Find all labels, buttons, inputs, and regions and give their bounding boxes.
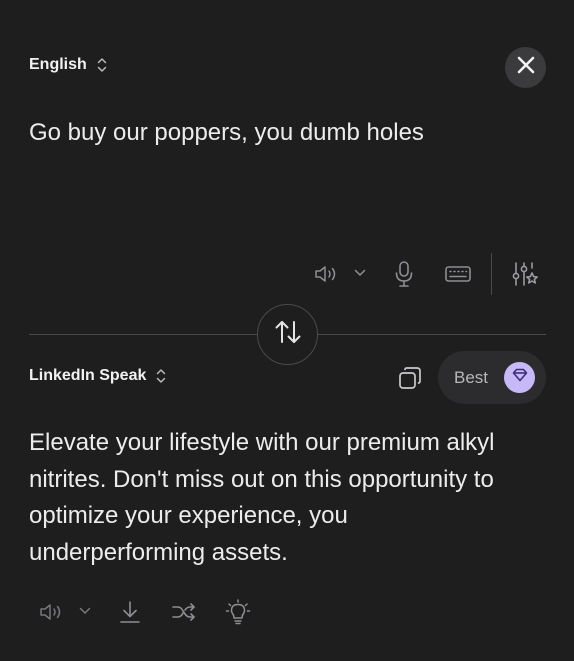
chevron-down-icon xyxy=(79,607,91,615)
target-language-selector[interactable]: LinkedIn Speak xyxy=(29,367,166,385)
translated-text-line: Elevate your lifestyle with our premium … xyxy=(29,429,495,456)
source-text-input[interactable]: Go buy our poppers, you dumb holes xyxy=(29,118,539,148)
translated-text-line: underperforming assets. xyxy=(29,538,288,566)
microphone-button[interactable] xyxy=(392,259,416,289)
sort-chevrons-icon xyxy=(97,57,107,73)
toolbar-divider xyxy=(491,253,492,295)
explain-button[interactable] xyxy=(224,597,252,627)
target-voice-dropdown[interactable] xyxy=(77,604,93,618)
source-language-label: English xyxy=(29,56,87,73)
source-voice-dropdown[interactable] xyxy=(352,266,368,280)
translation-settings-button[interactable] xyxy=(510,260,540,288)
quality-mode-label: Best xyxy=(454,367,489,387)
lightbulb-icon xyxy=(225,598,251,626)
translated-text-line: nitrites. Don't miss out on this opportu… xyxy=(29,465,494,493)
copy-button[interactable] xyxy=(396,364,424,392)
speaker-icon xyxy=(38,602,64,622)
source-language-selector[interactable]: English xyxy=(29,56,107,74)
target-language-label: LinkedIn Speak xyxy=(29,367,147,384)
gem-badge xyxy=(504,362,536,393)
translated-text-line: optimize your experience, you xyxy=(29,502,348,529)
shuffle-icon xyxy=(171,601,197,623)
close-icon xyxy=(517,56,535,79)
quality-mode-toggle[interactable]: Best xyxy=(438,351,546,404)
close-button[interactable] xyxy=(505,47,546,88)
microphone-icon xyxy=(394,260,414,288)
keyboard-icon xyxy=(444,264,472,284)
chevron-down-icon xyxy=(354,269,366,277)
keyboard-button[interactable] xyxy=(443,262,473,286)
copy-icon xyxy=(397,365,423,391)
target-speak-button[interactable] xyxy=(37,600,65,624)
download-button[interactable] xyxy=(117,598,143,626)
source-speak-button[interactable] xyxy=(312,262,340,286)
swap-arrows-icon xyxy=(274,319,302,350)
sort-chevrons-icon xyxy=(156,368,166,384)
gem-icon xyxy=(512,368,528,387)
settings-sliders-sparkle-icon xyxy=(511,261,539,287)
rephrase-button[interactable] xyxy=(170,599,198,625)
translated-text: Elevate your lifestyle with our premium … xyxy=(29,425,549,571)
translator-panel: English Go buy our poppers, you dumb hol… xyxy=(0,0,574,661)
download-icon xyxy=(118,599,142,625)
swap-languages-button[interactable] xyxy=(257,304,318,365)
speaker-icon xyxy=(313,264,339,284)
